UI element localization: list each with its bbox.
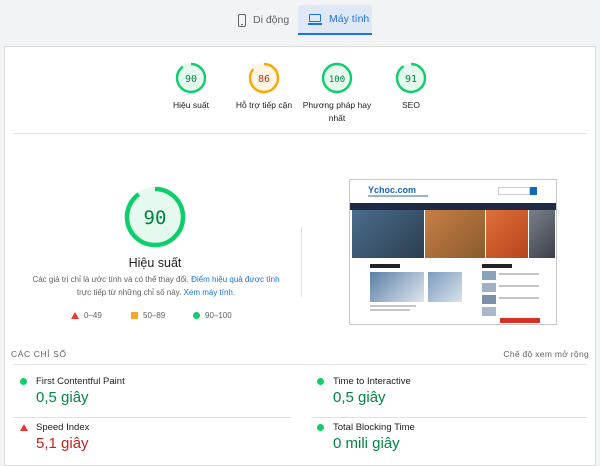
gauge-score: 90 [185, 74, 197, 85]
metric-name: Speed Index [36, 422, 90, 433]
site-nav-bar [350, 203, 556, 210]
disclaimer-text: trực tiếp từ những chỉ số này. [76, 287, 182, 297]
score-calculation-link[interactable]: Điểm hiệu quả được tính [191, 275, 279, 284]
hero-image [352, 210, 424, 258]
divider [311, 417, 587, 418]
site-logo: Ychoc.com [368, 185, 417, 195]
sidebar-thumb [482, 283, 496, 292]
pass-circle-icon [317, 378, 324, 385]
gauge-score: 100 [329, 75, 345, 85]
article-text-line [370, 305, 416, 307]
legend-fail: 0–49 [71, 311, 102, 320]
divider [301, 227, 302, 297]
metric-name: Total Blocking Time [333, 422, 415, 433]
section-heading [482, 264, 512, 268]
performance-gauge-icon: 90 [124, 186, 186, 248]
pass-circle-icon [317, 424, 324, 431]
legend-fail-label: 0–49 [84, 311, 102, 320]
tab-mobile-label: Di động [253, 14, 290, 26]
metric-value: 0,5 giây [36, 389, 89, 406]
expand-view-toggle[interactable]: Chế độ xem mở rộng [503, 349, 589, 359]
calculator-link[interactable]: Xem máy tính. [184, 288, 236, 297]
tab-desktop[interactable]: Máy tính [298, 5, 372, 35]
gauge-score: 91 [405, 74, 417, 85]
divider [13, 133, 587, 134]
metrics-title: CÁC CHỈ SỐ [11, 349, 67, 359]
divider [13, 364, 587, 365]
divider [13, 417, 291, 418]
report-card: 90 Hiệu suất 86 Hỗ trợ tiếp cận 100 Phươ… [4, 46, 596, 466]
gauge-seo[interactable]: 91 SEO [366, 62, 456, 112]
circle-icon [193, 312, 200, 319]
sidebar-thumb [482, 307, 496, 316]
metric-value: 0 mili giây [333, 435, 400, 452]
site-slogan-bar [368, 195, 428, 197]
section-heading [370, 264, 400, 268]
performance-gauge: 90 [115, 185, 195, 254]
disclaimer-text: Các giá trị chỉ là ước tính và có thể th… [32, 275, 189, 284]
performance-title: Hiệu suất [128, 256, 182, 270]
laptop-icon [308, 13, 322, 25]
metric-name: First Contentful Paint [36, 376, 125, 387]
legend-average: 50–89 [131, 311, 165, 320]
metrics-header: CÁC CHỈ SỐ Chế độ xem mở rộng [11, 349, 589, 363]
performance-score: 90 [144, 207, 167, 229]
pass-circle-icon [20, 378, 27, 385]
hero-image [529, 210, 555, 258]
metric-value: 0,5 giây [333, 389, 386, 406]
tab-desktop-label: Máy tính [329, 13, 370, 25]
hero-image [425, 210, 485, 258]
site-search-box [498, 187, 530, 195]
sidebar-thumb [482, 271, 496, 280]
metric-value: 5,1 giây [36, 435, 89, 452]
triangle-icon [71, 312, 79, 319]
hero-image [486, 210, 528, 258]
sidebar-text-line [499, 285, 539, 287]
sidebar-text-line [499, 273, 539, 275]
score-gauge-icon: 90 [175, 62, 207, 94]
site-search-button [530, 187, 537, 195]
gauge-label: SEO [402, 100, 420, 110]
sidebar-text-line [499, 297, 539, 299]
device-tabs: Di động Máy tính [0, 0, 600, 38]
tab-mobile[interactable]: Di động [238, 5, 289, 35]
gauge-score: 86 [258, 74, 270, 85]
category-summary: 90 Hiệu suất 86 Hỗ trợ tiếp cận 100 Phươ… [5, 62, 595, 142]
mobile-phone-icon [238, 13, 246, 27]
performance-disclaimer: Các giá trị chỉ là ước tính và có thể th… [25, 274, 287, 299]
sidebar-thumb [482, 295, 496, 304]
legend-pass: 90–100 [193, 311, 232, 320]
legend-pass-label: 90–100 [205, 311, 232, 320]
sidebar-banner [500, 318, 540, 323]
score-gauge-icon: 100 [321, 62, 353, 94]
score-legend: 0–49 50–89 90–100 [71, 311, 261, 325]
page-screenshot: Ychoc.com [349, 179, 557, 325]
legend-average-label: 50–89 [143, 311, 166, 320]
gauge-label: Phương pháp hay nhất [302, 100, 372, 123]
article-image [370, 272, 424, 302]
square-icon [131, 312, 138, 319]
article-image [428, 272, 462, 302]
article-text-line [370, 309, 410, 311]
score-gauge-icon: 91 [395, 62, 427, 94]
score-gauge-icon: 86 [248, 62, 280, 94]
metric-name: Time to Interactive [333, 376, 411, 387]
fail-triangle-icon [20, 424, 28, 431]
